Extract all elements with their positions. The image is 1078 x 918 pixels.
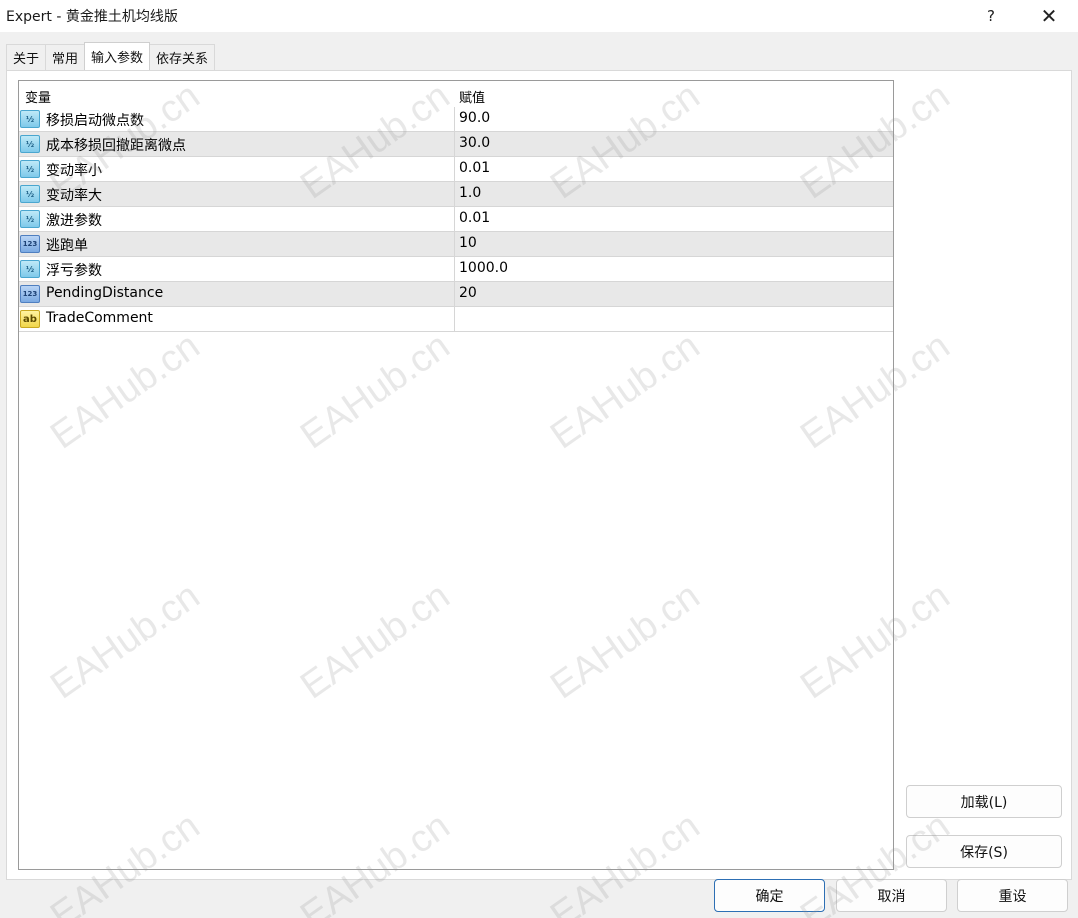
row-variable-name: 逃跑单 xyxy=(46,238,88,254)
column-divider xyxy=(454,207,455,231)
column-divider xyxy=(454,307,455,331)
row-variable-name: 浮亏参数 xyxy=(46,263,102,279)
row-variable-name: 变动率小 xyxy=(46,163,102,179)
column-header-value[interactable]: 赋值 xyxy=(459,87,485,106)
integer-type-icon: 123 xyxy=(20,235,40,253)
row-value[interactable]: 1000.0 xyxy=(459,260,508,276)
row-value[interactable]: 90.0 xyxy=(459,110,490,126)
column-divider xyxy=(454,282,455,306)
tab-dependencies[interactable]: 依存关系 xyxy=(149,44,216,70)
ok-button[interactable]: 确定 xyxy=(714,879,825,912)
row-variable-name: PendingDistance xyxy=(46,285,164,301)
double-type-icon: ½ xyxy=(20,210,40,228)
table-row[interactable]: ½ 浮亏参数 1000.0 xyxy=(19,257,893,282)
column-divider xyxy=(454,107,455,131)
row-variable-name: 移损启动微点数 xyxy=(46,113,144,129)
string-type-icon: ab xyxy=(20,310,40,328)
double-type-icon: ½ xyxy=(20,260,40,278)
column-header-variable[interactable]: 变量 xyxy=(25,87,51,106)
tab-common[interactable]: 常用 xyxy=(45,44,86,70)
column-divider xyxy=(454,132,455,156)
close-button[interactable]: ✕ xyxy=(1026,0,1072,32)
table-row[interactable]: ab TradeComment xyxy=(19,307,893,332)
tab-inputs[interactable]: 输入参数 xyxy=(84,42,151,70)
integer-type-icon: 123 xyxy=(20,285,40,303)
double-type-icon: ½ xyxy=(20,135,40,153)
row-variable-name: 成本移损回撤距离微点 xyxy=(46,138,186,154)
double-type-icon: ½ xyxy=(20,160,40,178)
parameters-grid[interactable]: 变量 赋值 ½ 移损启动微点数 90.0 ½ 成本移损回撤距离微点 30.0 ½… xyxy=(18,80,894,870)
grid-rows: ½ 移损启动微点数 90.0 ½ 成本移损回撤距离微点 30.0 ½ 变动率小 … xyxy=(19,107,893,332)
column-divider xyxy=(454,232,455,256)
table-row[interactable]: ½ 变动率小 0.01 xyxy=(19,157,893,182)
table-row[interactable]: 123 逃跑单 10 xyxy=(19,232,893,257)
grid-header: 变量 赋值 xyxy=(19,81,893,107)
double-type-icon: ½ xyxy=(20,185,40,203)
table-row[interactable]: 123 PendingDistance 20 xyxy=(19,282,893,307)
reset-button[interactable]: 重设 xyxy=(957,879,1068,912)
tab-strip: 关于 常用 输入参数 依存关系 xyxy=(6,42,216,70)
row-variable-name: TradeComment xyxy=(46,310,153,326)
column-divider xyxy=(454,182,455,206)
row-value[interactable]: 30.0 xyxy=(459,135,490,151)
save-button[interactable]: 保存(S) xyxy=(906,835,1062,868)
title-bar: Expert - 黄金推土机均线版 ? ✕ xyxy=(0,0,1078,32)
row-value[interactable]: 1.0 xyxy=(459,185,481,201)
double-type-icon: ½ xyxy=(20,110,40,128)
table-row[interactable]: ½ 变动率大 1.0 xyxy=(19,182,893,207)
table-row[interactable]: ½ 成本移损回撤距离微点 30.0 xyxy=(19,132,893,157)
column-divider xyxy=(454,157,455,181)
help-button[interactable]: ? xyxy=(968,0,1014,32)
tab-about[interactable]: 关于 xyxy=(6,44,47,70)
table-row[interactable]: ½ 激进参数 0.01 xyxy=(19,207,893,232)
row-value[interactable]: 0.01 xyxy=(459,210,490,226)
window-title: Expert - 黄金推土机均线版 xyxy=(6,9,178,25)
row-variable-name: 激进参数 xyxy=(46,213,102,229)
cancel-button[interactable]: 取消 xyxy=(836,879,947,912)
table-row[interactable]: ½ 移损启动微点数 90.0 xyxy=(19,107,893,132)
column-divider xyxy=(454,257,455,281)
load-button[interactable]: 加载(L) xyxy=(906,785,1062,818)
row-variable-name: 变动率大 xyxy=(46,188,102,204)
row-value[interactable]: 10 xyxy=(459,235,477,251)
row-value[interactable]: 20 xyxy=(459,285,477,301)
row-value[interactable]: 0.01 xyxy=(459,160,490,176)
